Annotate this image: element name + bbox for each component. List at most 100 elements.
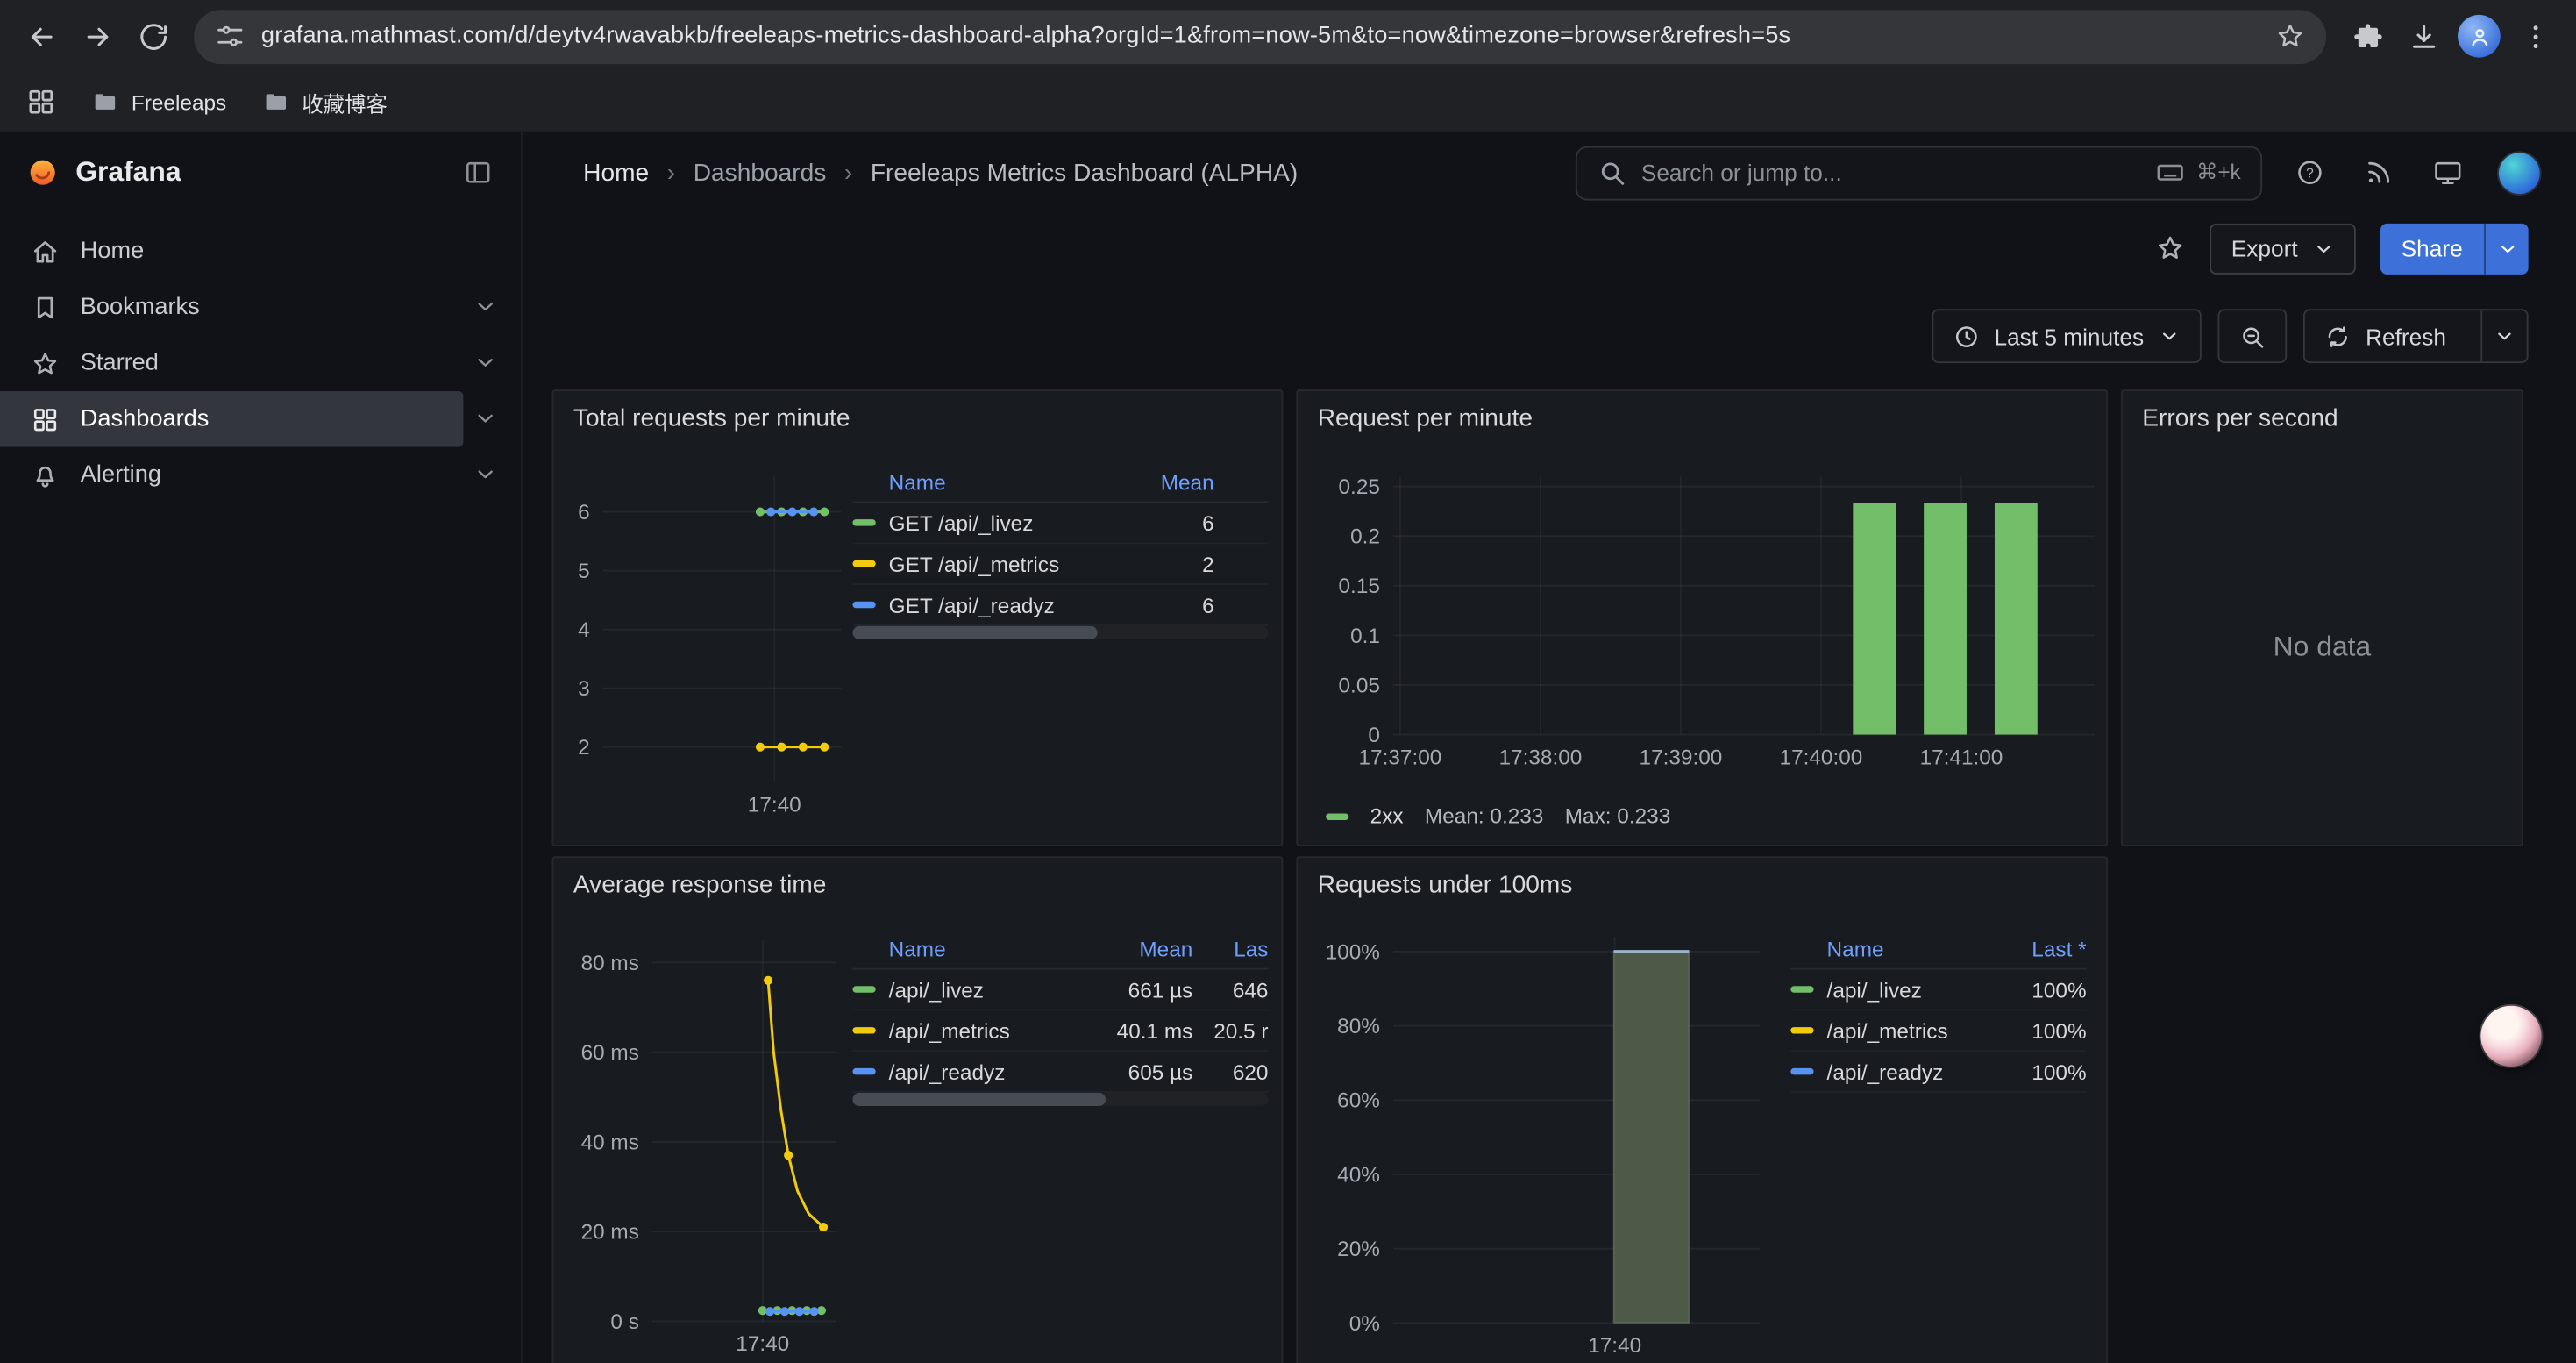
grafana-sidebar: Grafana Home [0, 132, 523, 1363]
series-name[interactable]: GET /api/_metrics [889, 552, 1122, 576]
sidebar-item-dashboards[interactable]: Dashboards [0, 391, 463, 447]
help-icon[interactable]: ? [2275, 145, 2345, 201]
panel-title[interactable]: Total requests per minute [573, 404, 850, 432]
favorite-star-icon[interactable] [2156, 233, 2186, 263]
request-per-minute-chart[interactable]: 0.250.20.150.10.05017:37:0017:38:0017:39… [1393, 476, 2095, 734]
sidebar-collapse-icon[interactable] [463, 158, 493, 188]
bookmark-item-blogs[interactable]: 收藏博客 [262, 86, 387, 118]
series-last: 100% [1991, 977, 2087, 1002]
grafana-logo[interactable] [28, 158, 58, 188]
series-name[interactable]: /api/_readyz [889, 1060, 1094, 1084]
profile-icon[interactable] [2451, 8, 2508, 64]
svg-text:6: 6 [578, 501, 590, 525]
series-name[interactable]: /api/_metrics [1827, 1018, 1991, 1043]
panel-title[interactable]: Request per minute [1318, 404, 1533, 432]
downloads-icon[interactable] [2395, 8, 2451, 64]
chevron-down-icon[interactable] [473, 350, 498, 375]
back-button[interactable] [13, 8, 69, 64]
sidebar-item-home[interactable]: Home [0, 224, 463, 280]
svg-text:5: 5 [578, 560, 590, 583]
legend-header-last[interactable]: Last * [1991, 937, 2087, 961]
legend-header-name[interactable]: Name [852, 470, 1121, 495]
average-response-time-chart[interactable]: 80 ms60 ms40 ms20 ms0 s17:40 [652, 940, 836, 1322]
browser-window: grafana.mathmast.com/d/deytv4rwavabkb/fr… [0, 0, 2576, 1363]
series-name[interactable]: GET /api/_readyz [889, 592, 1122, 617]
svg-text:17:40: 17:40 [748, 794, 801, 817]
browser-menu-icon[interactable] [2507, 8, 2563, 64]
chart-canvas: 100%80%60%40%20%0%17:40 [1393, 937, 1760, 1323]
legend-header-name[interactable]: Name [1790, 937, 1991, 961]
search-bar[interactable]: ⌘+k [1576, 146, 2262, 200]
panel-title[interactable]: Requests under 100ms [1318, 871, 1573, 899]
chevron-down-icon[interactable] [473, 294, 498, 318]
series-dash [1326, 813, 1348, 819]
bookmark-item-freeleaps[interactable]: Freeleaps [92, 89, 226, 115]
news-rss-icon[interactable] [2345, 145, 2414, 201]
chevron-down-icon[interactable] [473, 406, 498, 431]
share-menu-caret[interactable] [2484, 223, 2529, 274]
url-text: grafana.mathmast.com/d/deytv4rwavabkb/fr… [261, 23, 2259, 49]
time-range-picker[interactable]: Last 5 minutes [1932, 309, 2201, 363]
sidebar-item-starred[interactable]: Starred [0, 335, 463, 391]
legend-scrollbar[interactable] [852, 626, 1268, 639]
panel-title[interactable]: Errors per second [2142, 404, 2338, 432]
bookmarks-bar: Freeleaps 收藏博客 [0, 72, 2576, 131]
export-button[interactable]: Export [2210, 223, 2355, 274]
legend-header-mean[interactable]: Mean [1122, 470, 1214, 495]
legend-scrollbar[interactable] [852, 1093, 1268, 1106]
folder-icon [262, 89, 288, 115]
kiosk-monitor-icon[interactable] [2413, 145, 2482, 201]
bookmark-star-icon[interactable] [2275, 21, 2305, 51]
breadcrumb-dashboards[interactable]: Dashboards [694, 159, 827, 187]
series-name[interactable]: /api/_livez [889, 977, 1094, 1002]
refresh-interval-caret[interactable] [2480, 310, 2526, 361]
series-mean: 6 [1122, 510, 1214, 535]
series-last: 20.5 r [1192, 1018, 1268, 1043]
total-requests-chart[interactable]: 6543217:40 [603, 476, 842, 782]
export-label: Export [2231, 235, 2298, 261]
extensions-icon[interactable] [2339, 8, 2395, 64]
breadcrumb-separator: › [667, 159, 675, 187]
share-button[interactable]: Share [2380, 223, 2528, 274]
requests-under-100ms-chart[interactable]: 100%80%60%40%20%0%17:40 [1393, 937, 1760, 1323]
breadcrumb-home[interactable]: Home [583, 159, 649, 187]
search-input[interactable] [1641, 160, 2140, 186]
panel-title[interactable]: Average response time [573, 871, 827, 899]
sidebar-item-alerting[interactable]: Alerting [0, 447, 463, 503]
refresh-button[interactable]: Refresh [2303, 309, 2529, 363]
sidebar-row: Dashboards [0, 391, 521, 447]
user-avatar[interactable] [2499, 152, 2540, 193]
legend-header-last[interactable]: Las [1192, 937, 1268, 961]
series-dash [852, 602, 875, 608]
scrollbar-thumb[interactable] [852, 1093, 1106, 1106]
legend-header-mean[interactable]: Mean [1094, 937, 1192, 961]
chevron-down-icon[interactable] [473, 462, 498, 487]
scrollbar-thumb[interactable] [852, 626, 1098, 639]
sidebar-row: Alerting [0, 447, 521, 503]
reload-button[interactable] [125, 8, 181, 64]
sidebar-item-bookmarks[interactable]: Bookmarks [0, 280, 463, 336]
legend-header-name[interactable]: Name [852, 937, 1093, 961]
svg-text:0.05: 0.05 [1339, 674, 1380, 697]
series-name[interactable]: /api/_readyz [1827, 1060, 1991, 1084]
forward-button[interactable] [69, 8, 125, 64]
series-name[interactable]: /api/_metrics [889, 1018, 1094, 1043]
series-name[interactable]: GET /api/_livez [889, 510, 1122, 535]
series-name[interactable]: /api/_livez [1827, 977, 1991, 1002]
panel-errors-per-second: Errors per second No data [2121, 389, 2523, 846]
share-label: Share [2380, 223, 2484, 274]
refresh-main[interactable]: Refresh [2305, 310, 2466, 361]
svg-text:0.1: 0.1 [1350, 624, 1380, 648]
legend: 2xx Mean: 0.233 Max: 0.233 [1326, 803, 1670, 828]
svg-text:80%: 80% [1337, 1015, 1380, 1038]
zoom-out-button[interactable] [2217, 309, 2287, 363]
site-info-icon[interactable] [215, 21, 245, 51]
series-name[interactable]: 2xx [1370, 803, 1404, 828]
star-icon [32, 349, 60, 377]
header-icons: ? [2275, 145, 2540, 201]
url-bar[interactable]: grafana.mathmast.com/d/deytv4rwavabkb/fr… [194, 9, 2326, 63]
apps-grid-icon[interactable] [26, 87, 56, 117]
svg-text:?: ? [2306, 166, 2314, 181]
floating-assistant-avatar[interactable] [2480, 1006, 2541, 1067]
series-dash [852, 1068, 875, 1074]
